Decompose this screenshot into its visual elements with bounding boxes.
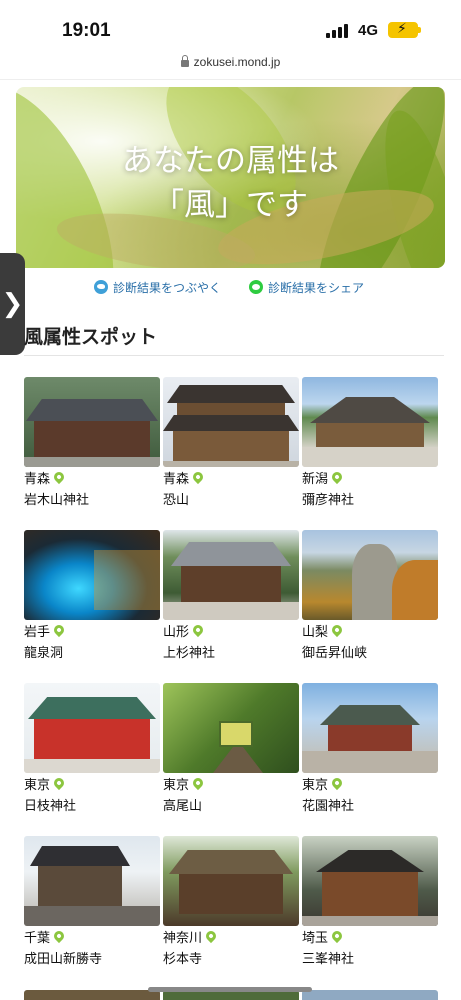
spot-card[interactable]: 千葉 成田山新勝寺 xyxy=(24,836,160,969)
location-pin-icon xyxy=(190,622,206,638)
location-pin-icon xyxy=(51,928,67,944)
spot-card[interactable]: 青森 恐山 xyxy=(163,377,299,510)
lock-icon xyxy=(180,55,189,67)
result-hero-banner: あなたの属性は 「風」です xyxy=(16,87,445,268)
location-pin-icon xyxy=(329,469,345,485)
spot-prefecture-label: 埼玉 xyxy=(302,931,329,946)
location-pin-icon xyxy=(329,775,345,791)
spot-card[interactable]: 青森 岩木山神社 xyxy=(24,377,160,510)
spot-photo[interactable] xyxy=(163,377,299,467)
spot-prefecture: 青森 xyxy=(163,469,299,489)
location-pin-icon xyxy=(51,775,67,791)
spot-photo[interactable] xyxy=(302,683,438,773)
location-pin-icon xyxy=(190,775,206,791)
spot-name: 高尾山 xyxy=(163,799,203,814)
address-bar[interactable]: zokusei.mond.jp xyxy=(0,55,461,79)
spot-prefecture-label: 青森 xyxy=(24,472,51,487)
share-links: 診断結果をつぶやく 診断結果をシェア xyxy=(0,279,461,299)
spot-prefecture: 山形 xyxy=(163,622,299,642)
spot-prefecture-label: 新潟 xyxy=(302,472,329,487)
twitter-icon xyxy=(94,280,108,294)
spot-name: 上杉神社 xyxy=(163,646,216,661)
spot-prefecture: 千葉 xyxy=(24,928,160,948)
result-title-line2: 「風」です xyxy=(153,187,308,223)
battery-charging-icon: ⚡ xyxy=(388,21,421,38)
home-indicator[interactable] xyxy=(148,987,312,992)
spot-card[interactable]: 東京 花園神社 xyxy=(302,683,438,816)
spot-prefecture-label: 山形 xyxy=(163,625,190,640)
spot-card[interactable]: 山梨 御岳昇仙峡 xyxy=(302,530,438,663)
spot-card[interactable]: 東京 高尾山 xyxy=(163,683,299,816)
spot-prefecture: 新潟 xyxy=(302,469,438,489)
spot-prefecture-label: 東京 xyxy=(24,778,51,793)
spot-prefecture-label: 岩手 xyxy=(24,625,51,640)
spot-photo[interactable] xyxy=(302,836,438,926)
spot-photo[interactable] xyxy=(24,836,160,926)
spot-card[interactable]: 神奈川 杉本寺 xyxy=(163,836,299,969)
spot-photo[interactable] xyxy=(163,530,299,620)
spot-photo-peek[interactable] xyxy=(302,990,438,1000)
side-drawer-tab[interactable]: ❯ xyxy=(0,253,25,355)
spot-card[interactable]: 新潟 彌彦神社 xyxy=(302,377,438,510)
spot-photo[interactable] xyxy=(302,530,438,620)
signal-bars-icon xyxy=(326,24,352,38)
spot-prefecture: 山梨 xyxy=(302,622,438,642)
spot-photo[interactable] xyxy=(24,377,160,467)
spot-prefecture-label: 千葉 xyxy=(24,931,51,946)
spot-photo[interactable] xyxy=(24,530,160,620)
spot-name: 岩木山神社 xyxy=(24,493,90,508)
result-title-line1: あなたの属性は xyxy=(122,143,339,179)
spot-name: 龍泉洞 xyxy=(24,646,64,661)
spot-photo[interactable] xyxy=(163,836,299,926)
spot-prefecture-label: 東京 xyxy=(163,778,190,793)
spot-prefecture: 埼玉 xyxy=(302,928,438,948)
location-pin-icon xyxy=(190,469,206,485)
line-share-label: 診断結果をシェア xyxy=(268,281,365,295)
spot-name: 恐山 xyxy=(163,493,190,508)
spot-prefecture-label: 山梨 xyxy=(302,625,329,640)
spot-photo[interactable] xyxy=(163,683,299,773)
section-divider xyxy=(24,355,444,356)
spot-card[interactable]: 山形 上杉神社 xyxy=(163,530,299,663)
spot-name: 成田山新勝寺 xyxy=(24,952,103,967)
spot-prefecture-label: 青森 xyxy=(163,472,190,487)
spot-card[interactable]: 岩手 龍泉洞 xyxy=(24,530,160,663)
spot-name: 三峯神社 xyxy=(302,952,355,967)
spot-card[interactable]: 東京 日枝神社 xyxy=(24,683,160,816)
line-icon xyxy=(249,280,263,294)
status-time: 19:01 xyxy=(62,20,111,41)
location-pin-icon xyxy=(203,928,219,944)
tweet-result-label: 診断結果をつぶやく xyxy=(113,281,222,295)
spot-prefecture: 東京 xyxy=(163,775,299,795)
address-bar-divider xyxy=(0,79,461,80)
spot-name: 御岳昇仙峡 xyxy=(302,646,368,661)
tweet-result-link[interactable]: 診断結果をつぶやく xyxy=(94,279,221,297)
network-type: 4G xyxy=(358,22,379,39)
result-title: あなたの属性は 「風」です xyxy=(16,139,445,227)
spot-prefecture: 神奈川 xyxy=(163,928,299,948)
spot-photo[interactable] xyxy=(302,377,438,467)
section-title: 風属性スポット xyxy=(24,326,158,348)
location-pin-icon xyxy=(329,928,345,944)
spot-name: 彌彦神社 xyxy=(302,493,355,508)
spot-prefecture-label: 神奈川 xyxy=(163,931,203,946)
spot-photo-peek[interactable] xyxy=(24,990,160,1000)
spot-prefecture: 岩手 xyxy=(24,622,160,642)
line-share-link[interactable]: 診断結果をシェア xyxy=(249,279,364,297)
spot-prefecture-label: 東京 xyxy=(302,778,329,793)
spot-name: 杉本寺 xyxy=(163,952,203,967)
location-pin-icon xyxy=(51,469,67,485)
spot-photo[interactable] xyxy=(24,683,160,773)
spot-prefecture: 東京 xyxy=(302,775,438,795)
spot-name: 花園神社 xyxy=(302,799,355,814)
location-pin-icon xyxy=(51,622,67,638)
spot-name: 日枝神社 xyxy=(24,799,77,814)
status-bar: 19:01 4G ⚡ xyxy=(0,0,461,52)
spot-prefecture: 青森 xyxy=(24,469,160,489)
spot-card[interactable]: 埼玉 三峯神社 xyxy=(302,836,438,969)
spot-prefecture: 東京 xyxy=(24,775,160,795)
location-pin-icon xyxy=(329,622,345,638)
url-text: zokusei.mond.jp xyxy=(193,55,281,69)
